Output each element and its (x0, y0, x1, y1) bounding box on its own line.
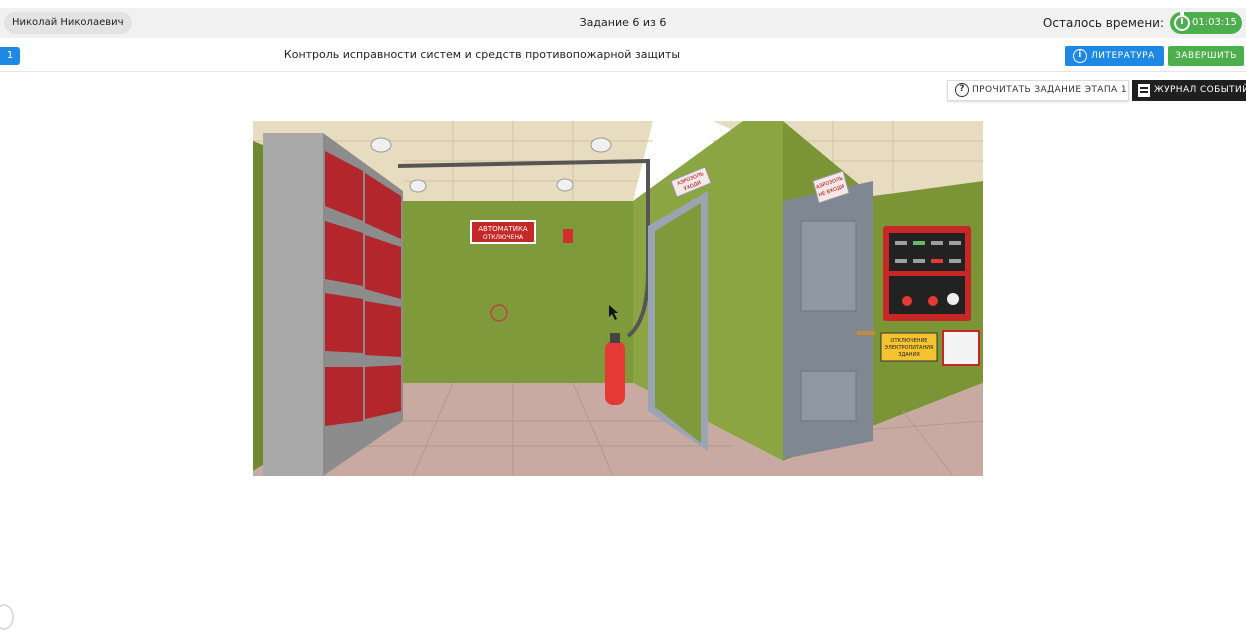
instruction-box[interactable] (942, 330, 980, 366)
read-task-button[interactable]: ? ПРОЧИТАТЬ ЗАДАНИЕ ЭТАПА 1 (947, 80, 1129, 101)
help-icon: ? (955, 83, 969, 97)
panel-indicator-3 (931, 241, 943, 245)
smoke-detector-3[interactable] (409, 179, 427, 193)
page-title: Контроль исправности систем и средств пр… (283, 48, 681, 61)
fire-extinguisher[interactable] (605, 341, 625, 405)
door-panel-bottom (800, 370, 857, 422)
extinguisher-valve (610, 333, 620, 343)
smoke-detector-4[interactable] (556, 178, 574, 192)
smoke-detector-1[interactable] (370, 137, 392, 153)
panel-button-2[interactable] (928, 296, 938, 306)
panel-indicator-4 (949, 241, 961, 245)
info-icon: i (1073, 49, 1087, 63)
timer-badge: 01:03:15 (1170, 12, 1242, 34)
door-panel-top (800, 220, 857, 312)
journal-icon (1138, 84, 1150, 97)
shelf-side-panel (263, 133, 323, 476)
room-illustration: АВТОМАТИКА ОТКЛЮЧЕНА АЭРОЗОЛЬ УХОДИ АЭРО… (253, 121, 983, 476)
control-panel-indicators[interactable] (889, 233, 965, 271)
panel-indicator-8 (949, 259, 961, 263)
power-sign-line1: ОТКЛЮЧЕНИЕ (891, 338, 928, 344)
power-sign-line2: ЭЛЕКТРОПИТАНИЯ (885, 345, 934, 351)
room-scene: АВТОМАТИКА ОТКЛЮЧЕНА АЭРОЗОЛЬ УХОДИ АЭРО… (253, 121, 983, 476)
timer-value: 01:03:15 (1192, 17, 1237, 28)
panel-indicator-7 (931, 259, 943, 263)
power-sign-line3: ЗДАНИЯ (898, 352, 920, 358)
panel-indicator-6 (913, 259, 925, 263)
panel-button-3[interactable] (947, 293, 959, 305)
events-log-button[interactable]: ЖУРНАЛ СОБЫТИЙ (1132, 80, 1246, 101)
top-bar: Николай Николаевич Задание 6 из 6 Остало… (0, 8, 1246, 38)
inner-doorway (655, 203, 701, 443)
scroll-indicator-icon (0, 604, 14, 630)
automation-sign-line1: АВТОМАТИКА (478, 225, 528, 233)
door-handle[interactable] (857, 331, 875, 335)
literature-button[interactable]: i ЛИТЕРАТУРА (1065, 46, 1164, 66)
read-task-label: ПРОЧИТАТЬ ЗАДАНИЕ ЭТАПА 1 (972, 85, 1127, 95)
panel-indicator-2 (913, 241, 925, 245)
smoke-detector-2[interactable] (590, 137, 612, 153)
time-left-label: Осталось времени: (1042, 16, 1164, 30)
panel-indicator-5 (895, 259, 907, 263)
finish-button[interactable]: ЗАВЕРШИТЬ (1168, 46, 1244, 66)
events-log-label: ЖУРНАЛ СОБЫТИЙ (1154, 85, 1246, 95)
sub-header: 1 Контроль исправности систем и средств … (0, 40, 1246, 72)
panel-indicator-1 (895, 241, 907, 245)
automation-sign-line2: ОТКЛЮЧЕНА (483, 234, 524, 241)
literature-button-label: ЛИТЕРАТУРА (1091, 51, 1155, 61)
stopwatch-icon (1174, 12, 1190, 31)
user-name-chip[interactable]: Николай Николаевич (4, 12, 132, 34)
panel-button-1[interactable] (902, 296, 912, 306)
manual-call-point[interactable] (563, 229, 573, 243)
